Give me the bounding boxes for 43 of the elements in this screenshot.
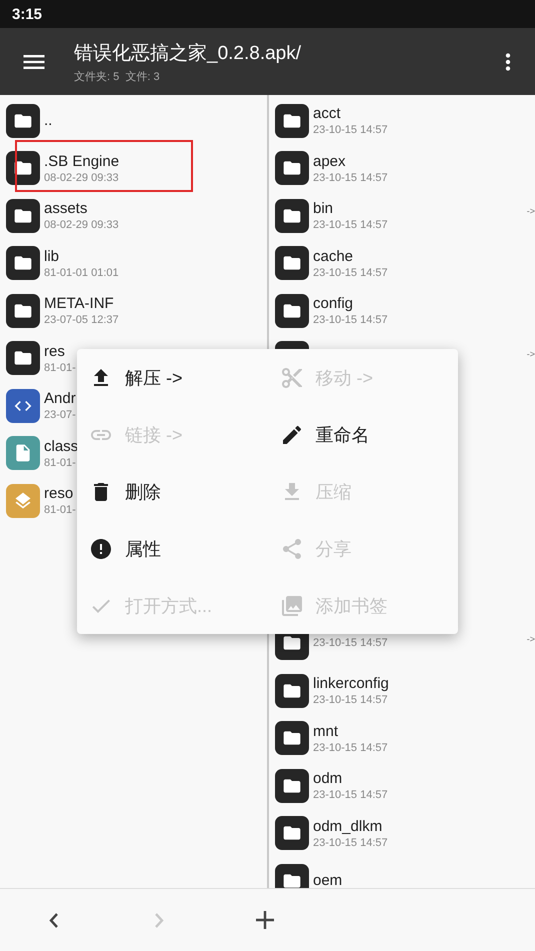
file-date: 23-10-15 14:57 [313, 637, 388, 650]
file-name: config [313, 295, 354, 312]
file-name: oem [313, 872, 342, 888]
file-date: 23-10-15 14:57 [313, 836, 388, 849]
file-name: .. [44, 112, 52, 130]
file-name: reso [44, 485, 74, 502]
file-name: lib [44, 248, 60, 265]
file-date: 81-01- [44, 362, 76, 374]
link-arrow: -> [526, 634, 535, 644]
file-date: 23-07- [44, 409, 76, 422]
file-name: .SB Engine [44, 152, 120, 170]
file-date: 23-10-15 14:57 [313, 219, 388, 232]
link-arrow: -> [526, 206, 535, 216]
file-name: cache [313, 248, 354, 265]
file-date: 08-02-29 09:33 [44, 172, 119, 184]
file-date: 81-01-01 01:01 [44, 266, 119, 279]
file-name: res [44, 342, 65, 360]
file-name: odm_dlkm [313, 818, 382, 835]
link-arrow: -> [526, 348, 535, 358]
window-title: 错误化恶搞之家_0.2.8.apk/ [74, 42, 302, 66]
file-name: acct [313, 105, 341, 122]
file-date: 23-10-15 14:57 [313, 314, 388, 326]
folder-count: 文件夹: 5 文件: 3 [74, 70, 161, 84]
file-name: linkerconfig [313, 675, 389, 692]
file-name: mnt [313, 722, 338, 740]
file-name: class [44, 438, 78, 455]
file-name: META-INF [44, 295, 114, 312]
clock: 3:15 [12, 6, 42, 22]
file-date: 23-07-05 12:37 [44, 314, 119, 326]
file-name: odm [313, 770, 342, 788]
file-date: 23-10-15 14:57 [313, 266, 388, 279]
file-name: assets [44, 200, 88, 218]
file-date: 23-10-15 14:57 [313, 742, 388, 754]
file-date: 23-10-15 14:57 [313, 172, 388, 184]
file-date: 08-02-29 09:33 [44, 219, 119, 232]
file-date: 23-10-15 14:57 [313, 789, 388, 802]
file-name: Andr [44, 390, 76, 408]
file-date: 23-10-15 14:57 [313, 124, 388, 136]
file-date: 81-01- [44, 504, 76, 516]
file-name: bin [313, 200, 334, 218]
file-date: 81-01- [44, 456, 76, 469]
file-date: 23-10-15 14:57 [313, 694, 388, 706]
file-name: apex [313, 152, 346, 170]
